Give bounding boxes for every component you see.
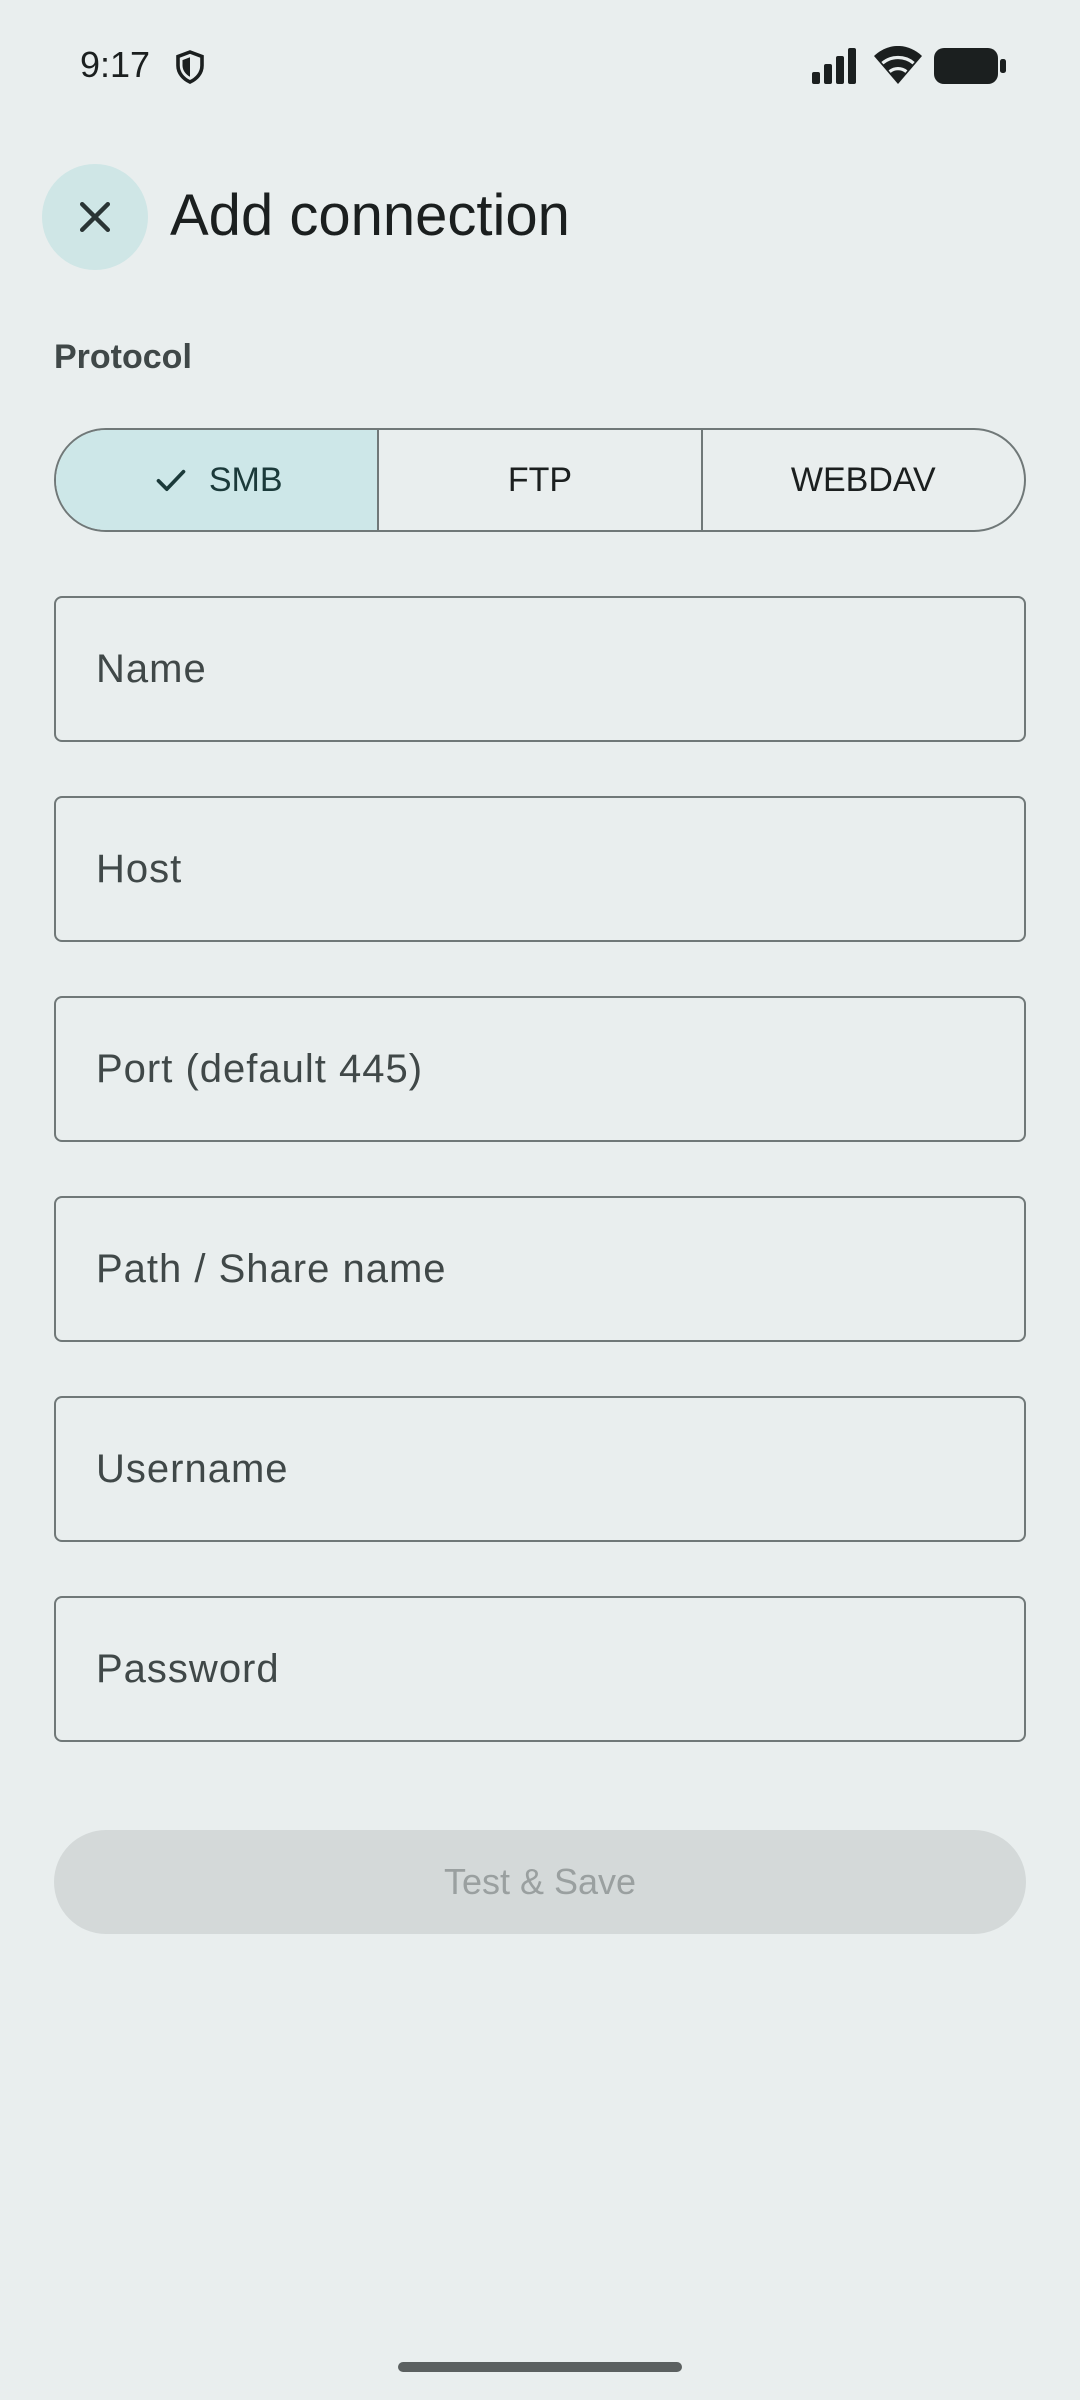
password-field[interactable] xyxy=(54,1596,1026,1742)
host-field[interactable] xyxy=(54,796,1026,942)
protocol-option-label: FTP xyxy=(507,460,573,499)
close-button[interactable] xyxy=(42,164,148,270)
signal-icon xyxy=(812,48,856,84)
page-title: Add connection xyxy=(170,183,570,248)
status-bar: 9:17 xyxy=(0,0,1080,130)
status-time: 9:17 xyxy=(80,44,151,85)
protocol-segmented-control: SMB FTP WEBDAV xyxy=(54,428,1026,532)
name-field[interactable] xyxy=(54,596,1026,742)
protocol-option-label: SMB xyxy=(208,460,283,499)
protocol-option-label: WEBDAV xyxy=(790,460,936,499)
screen: 9:17 Add connection Protocol SMB FTP WEB… xyxy=(0,0,1080,2400)
home-indicator[interactable] xyxy=(398,2362,682,2372)
protocol-option-smb[interactable]: SMB xyxy=(56,430,380,530)
port-field[interactable] xyxy=(54,996,1026,1142)
close-icon xyxy=(79,201,111,233)
check-icon xyxy=(156,469,186,491)
protocol-label: Protocol xyxy=(54,338,192,376)
battery-icon xyxy=(934,48,1006,84)
shield-icon xyxy=(176,50,204,84)
path-field[interactable] xyxy=(54,1196,1026,1342)
wifi-icon xyxy=(874,46,922,84)
test-and-save-button[interactable]: Test & Save xyxy=(54,1830,1026,1934)
protocol-option-ftp[interactable]: FTP xyxy=(379,430,703,530)
username-field[interactable] xyxy=(54,1396,1026,1542)
protocol-option-webdav[interactable]: WEBDAV xyxy=(703,430,1024,530)
